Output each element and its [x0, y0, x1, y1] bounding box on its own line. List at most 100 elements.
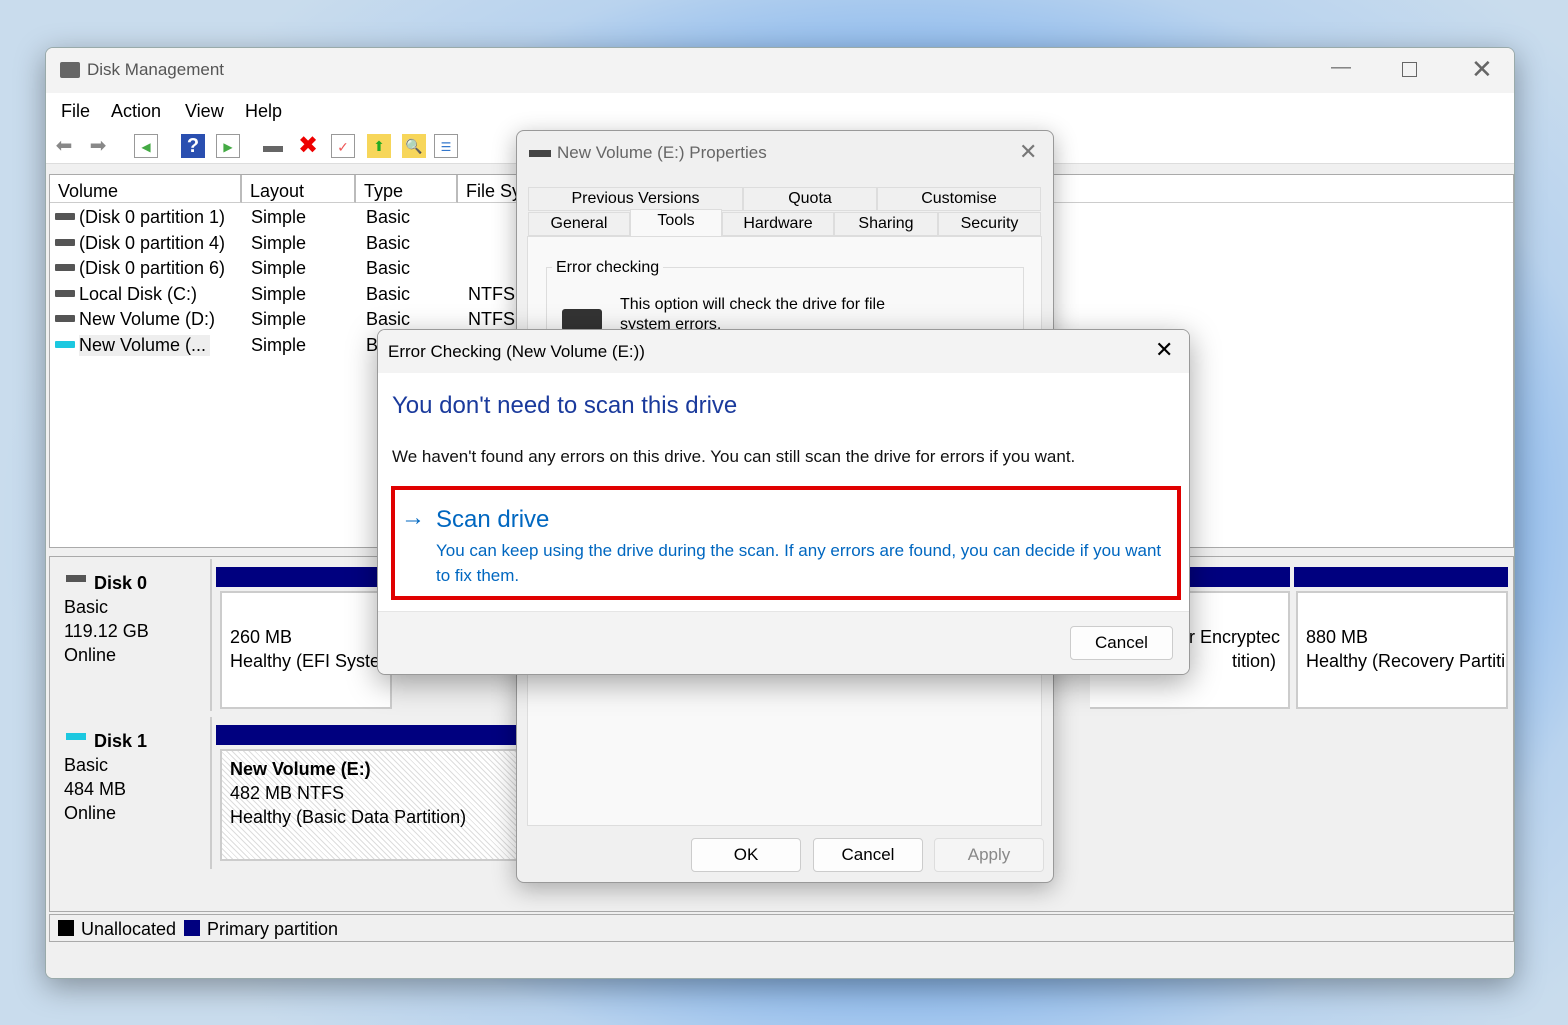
partition-size: 260 MB: [230, 627, 293, 647]
show-hide-console-tree-icon[interactable]: ◀: [134, 134, 158, 158]
show-action-pane-icon[interactable]: ▶: [216, 134, 240, 158]
dialog-heading: You don't need to scan this drive: [392, 392, 738, 419]
tab-previous-versions[interactable]: Previous Versions: [528, 187, 743, 211]
scan-drive-description: You can keep using the drive during the …: [436, 541, 1162, 585]
partition-efi[interactable]: 260 MB Healthy (EFI System: [220, 591, 392, 709]
drive-icon: [55, 340, 75, 348]
dialog-message: We haven't found any errors on this driv…: [392, 447, 1076, 466]
dialog-title: New Volume (E:) Properties: [557, 143, 767, 162]
disk-management-icon: [60, 62, 80, 78]
volume-size: 482 MB NTFS: [230, 783, 345, 803]
menu-view[interactable]: View: [185, 101, 224, 122]
disk-type: Basic: [64, 597, 109, 617]
ok-button[interactable]: OK: [691, 838, 801, 872]
group-label: Error checking: [552, 259, 664, 277]
legend: Unallocated Primary partition: [49, 914, 1514, 942]
connect-drive-icon[interactable]: ▬: [261, 134, 285, 158]
back-icon[interactable]: ⬅: [52, 134, 76, 158]
volume-layout: Simple: [251, 207, 307, 227]
partition-size: 880 MB: [1306, 627, 1369, 647]
tab-customise[interactable]: Customise: [877, 187, 1041, 211]
partition-recovery[interactable]: 880 MB Healthy (Recovery Partiti: [1296, 591, 1508, 709]
disk-size: 119.12 GB: [64, 621, 149, 641]
scan-drive-option[interactable]: → Scan drive You can keep using the driv…: [391, 486, 1181, 600]
drive-icon: [55, 315, 75, 322]
volume-type: Basic: [366, 207, 411, 227]
delete-icon[interactable]: ✖: [296, 134, 320, 158]
volume-type: Basic: [366, 258, 411, 278]
tab-tools[interactable]: Tools: [630, 209, 722, 237]
dialog-title: Error Checking (New Volume (E:)): [388, 342, 645, 361]
partition-status: Healthy (Recovery Partiti: [1306, 651, 1506, 671]
cancel-button[interactable]: Cancel: [1070, 626, 1173, 660]
forward-icon[interactable]: ➡: [86, 134, 110, 158]
minimize-button[interactable]: —: [1331, 56, 1351, 79]
maximize-button[interactable]: [1402, 62, 1417, 77]
close-button[interactable]: ✕: [1155, 337, 1173, 363]
dialog-footer: Cancel: [378, 611, 1189, 674]
tab-security[interactable]: Security: [938, 212, 1041, 236]
drive-icon: [55, 238, 75, 246]
menu-action[interactable]: Action: [111, 101, 161, 122]
legend-unallocated: Unallocated: [81, 919, 177, 939]
volume-name: New Volume (...: [79, 334, 211, 356]
partition-new-volume-e[interactable]: New Volume (E:) 482 MB NTFS Healthy (Bas…: [220, 749, 520, 861]
legend-primary: Primary partition: [207, 919, 339, 939]
tab-quota[interactable]: Quota: [743, 187, 877, 211]
volume-type: Basic: [366, 283, 411, 304]
window-title: Disk Management: [87, 60, 225, 79]
partition-status: Healthy (EFI System: [230, 651, 392, 671]
help-icon[interactable]: ?: [181, 134, 205, 158]
export-list-icon[interactable]: ⬆: [367, 134, 391, 158]
column-type[interactable]: Type: [356, 175, 458, 203]
disk-icon: [66, 575, 86, 582]
volume-layout: Simple: [251, 334, 307, 355]
volume-fs: NTFS: [468, 309, 515, 329]
search-folder-icon[interactable]: 🔍: [402, 134, 426, 158]
volume-layout: Simple: [251, 283, 307, 304]
tab-hardware[interactable]: Hardware: [722, 212, 834, 236]
volume-fs: NTFS: [468, 283, 515, 304]
menu-bar: File Action View Help: [46, 93, 1514, 128]
cancel-button[interactable]: Cancel: [813, 838, 923, 872]
hard-drive-icon: [562, 309, 602, 331]
status-bar: [46, 946, 1514, 978]
menu-file[interactable]: File: [61, 101, 90, 122]
drive-icon: [55, 213, 75, 220]
volume-name: (Disk 0 partition 4): [79, 232, 226, 253]
disk-status: Online: [64, 803, 117, 823]
volume-name: Local Disk (C:): [79, 283, 198, 304]
dialog-title-bar: Error Checking (New Volume (E:)) ✕: [378, 330, 1189, 373]
volume-name: (Disk 0 partition 1): [79, 207, 226, 227]
volume-name: New Volume (E:): [230, 759, 371, 779]
arrow-right-icon: →: [401, 504, 425, 531]
tab-sharing[interactable]: Sharing: [834, 212, 938, 236]
column-volume[interactable]: Volume: [50, 175, 242, 203]
volume-status: Healthy (Basic Data Partition): [230, 807, 467, 827]
title-bar: Disk Management — ✕: [46, 48, 1514, 93]
disk-0-label[interactable]: Disk 0 Basic 119.12 GB Online: [50, 559, 212, 711]
column-layout[interactable]: Layout: [242, 175, 356, 203]
volume-name: New Volume (D:): [79, 309, 216, 329]
close-button[interactable]: ✕: [1471, 54, 1493, 85]
scan-drive-title[interactable]: Scan drive: [436, 506, 549, 534]
volume-type: Basic: [366, 309, 411, 329]
menu-help[interactable]: Help: [245, 101, 282, 122]
volume-type: Basic: [366, 232, 411, 253]
drive-icon: [55, 264, 75, 271]
disk-icon: [66, 733, 86, 740]
drive-icon: [55, 289, 75, 297]
disk-1-label[interactable]: Disk 1 Basic 484 MB Online: [50, 717, 212, 869]
close-button[interactable]: ✕: [1019, 139, 1037, 165]
volume-layout: Simple: [251, 232, 307, 253]
tab-general[interactable]: General: [528, 212, 630, 236]
disk-status: Online: [64, 645, 117, 665]
volume-layout: Simple: [251, 309, 307, 329]
settings-list-icon[interactable]: ☰: [434, 134, 458, 158]
apply-button[interactable]: Apply: [934, 838, 1044, 872]
properties-icon[interactable]: ✓: [331, 134, 355, 158]
unallocated-swatch: [58, 920, 74, 936]
volume-name: (Disk 0 partition 6): [79, 258, 226, 278]
disk-size: 484 MB: [64, 779, 127, 799]
partition-bar: [216, 725, 516, 745]
